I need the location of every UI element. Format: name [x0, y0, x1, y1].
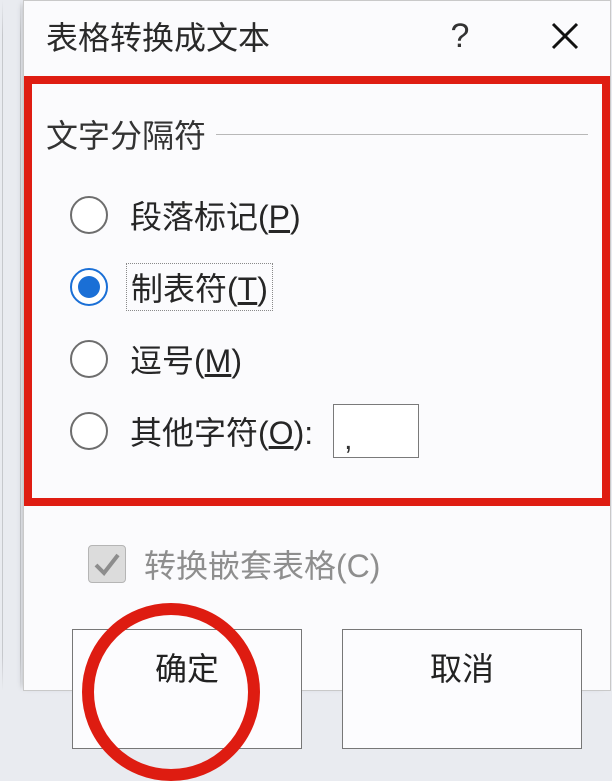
option-paragraph[interactable]: 段落标记(P): [70, 179, 588, 251]
nested-tables-checkbox[interactable]: [88, 545, 126, 583]
radio-icon: [70, 412, 108, 450]
section-heading: 文字分隔符: [46, 111, 588, 157]
cancel-button-label: 取消: [430, 644, 494, 690]
titlebar: 表格转换成文本 ?: [24, 1, 610, 71]
dialog-title: 表格转换成文本: [46, 13, 270, 59]
radio-icon: [70, 340, 108, 378]
ok-button[interactable]: 确定: [72, 629, 302, 749]
close-icon: [550, 21, 580, 51]
radio-icon: [70, 268, 108, 306]
other-char-input[interactable]: ,: [333, 404, 419, 458]
button-row: 确定 取消: [72, 629, 582, 749]
option-tab[interactable]: 制表符(T): [70, 251, 588, 323]
option-comma[interactable]: 逗号(M): [70, 323, 588, 395]
help-icon: ?: [451, 17, 470, 56]
dialog-content: 文字分隔符 段落标记(P) 制表符(T) 逗号(M) 其他字符(O): ,: [24, 71, 610, 467]
dialog: 表格转换成文本 ? 文字分隔符 段落标记(P) 制表符(T) 逗号(M): [23, 0, 611, 691]
close-button[interactable]: [530, 1, 600, 71]
help-button[interactable]: ?: [430, 1, 490, 71]
option-tab-label: 制表符(T): [126, 263, 273, 311]
cancel-button[interactable]: 取消: [342, 629, 582, 749]
ok-button-label: 确定: [155, 644, 219, 690]
option-other-label: 其他字符(O):: [130, 408, 313, 454]
separator-options: 段落标记(P) 制表符(T) 逗号(M) 其他字符(O): ,: [70, 179, 588, 467]
section-heading-label: 文字分隔符: [46, 118, 206, 154]
radio-icon: [70, 196, 108, 234]
nested-tables-row: 转换嵌套表格(C): [88, 541, 380, 587]
nested-tables-label: 转换嵌套表格(C): [144, 541, 380, 587]
option-paragraph-label: 段落标记(P): [130, 192, 301, 238]
check-icon: [92, 549, 122, 579]
option-other[interactable]: 其他字符(O): ,: [70, 395, 588, 467]
option-comma-label: 逗号(M): [130, 336, 242, 382]
divider: [216, 134, 588, 135]
